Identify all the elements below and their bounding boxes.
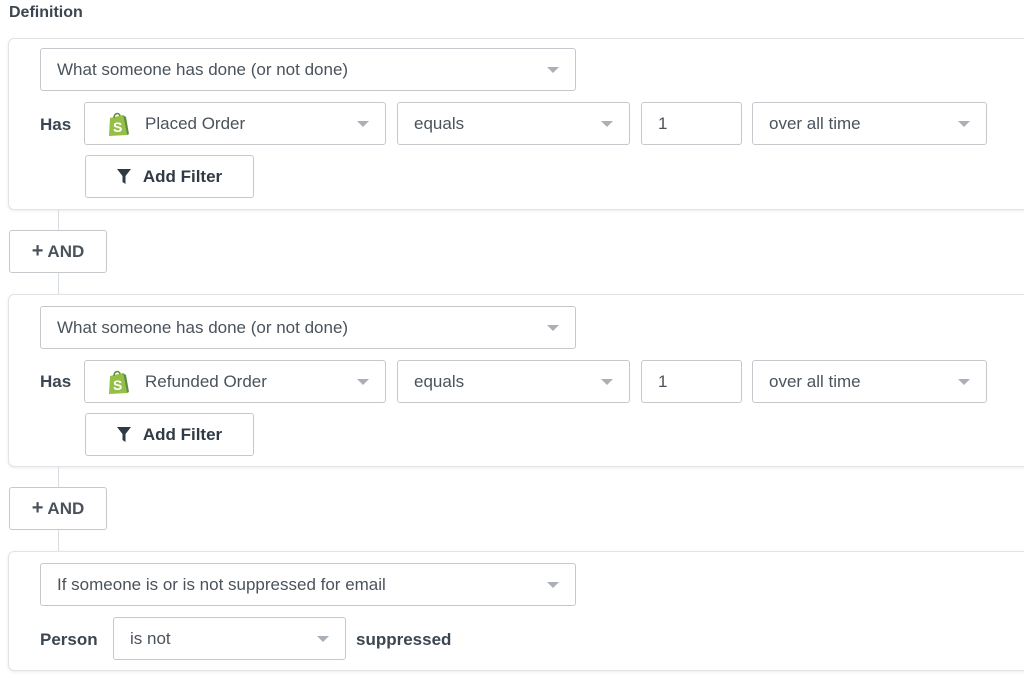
chevron-down-icon bbox=[601, 121, 613, 127]
section-title: Definition bbox=[9, 4, 83, 21]
select-value: What someone has done (or not done) bbox=[57, 59, 349, 79]
svg-text:S: S bbox=[113, 377, 122, 393]
operator-select[interactable]: equals bbox=[397, 102, 630, 145]
select-value: equals bbox=[414, 371, 465, 391]
button-label: AND bbox=[47, 241, 85, 261]
person-label: Person bbox=[40, 630, 98, 649]
shopify-icon: S bbox=[109, 370, 129, 394]
suppressed-label: suppressed bbox=[356, 630, 452, 649]
connector-line bbox=[58, 273, 59, 294]
select-value: Refunded Order bbox=[145, 371, 267, 391]
suppression-card: If someone is or is not suppressed for e… bbox=[8, 551, 1024, 671]
add-filter-button[interactable]: Add Filter bbox=[85, 413, 254, 456]
select-value: over all time bbox=[769, 113, 861, 133]
event-select[interactable]: S Placed Order bbox=[84, 102, 386, 145]
connector-line bbox=[58, 467, 59, 487]
input-value: 1 bbox=[658, 371, 668, 391]
button-label: AND bbox=[47, 498, 85, 518]
chevron-down-icon bbox=[357, 379, 369, 385]
chevron-down-icon bbox=[547, 582, 559, 588]
chevron-down-icon bbox=[958, 379, 970, 385]
plus-icon: + bbox=[31, 240, 44, 262]
has-label: Has bbox=[40, 372, 72, 391]
chevron-down-icon bbox=[317, 636, 329, 642]
chevron-down-icon bbox=[357, 121, 369, 127]
filter-icon bbox=[116, 427, 131, 442]
select-value: over all time bbox=[769, 371, 861, 391]
condition-card-1: What someone has done (or not done) Has … bbox=[8, 38, 1024, 210]
event-select[interactable]: S Refunded Order bbox=[84, 360, 386, 403]
select-value: What someone has done (or not done) bbox=[57, 317, 349, 337]
select-value: If someone is or is not suppressed for e… bbox=[57, 574, 386, 594]
condition-type-select[interactable]: What someone has done (or not done) bbox=[40, 48, 576, 91]
timeframe-select[interactable]: over all time bbox=[752, 102, 987, 145]
select-value: Placed Order bbox=[145, 113, 246, 133]
condition-type-select[interactable]: What someone has done (or not done) bbox=[40, 306, 576, 349]
operator-select[interactable]: equals bbox=[397, 360, 630, 403]
suppression-operator-select[interactable]: is not bbox=[113, 617, 346, 660]
add-filter-button[interactable]: Add Filter bbox=[85, 155, 254, 198]
input-value: 1 bbox=[658, 113, 668, 133]
and-button[interactable]: + AND bbox=[9, 230, 107, 273]
button-label: Add Filter bbox=[142, 424, 223, 444]
value-input[interactable]: 1 bbox=[641, 360, 742, 403]
filter-icon bbox=[116, 169, 131, 184]
condition-card-2: What someone has done (or not done) Has … bbox=[8, 294, 1024, 467]
value-input[interactable]: 1 bbox=[641, 102, 742, 145]
plus-icon: + bbox=[31, 497, 44, 519]
and-button[interactable]: + AND bbox=[9, 487, 107, 530]
chevron-down-icon bbox=[547, 325, 559, 331]
has-label: Has bbox=[40, 115, 72, 134]
connector-line bbox=[58, 210, 59, 230]
chevron-down-icon bbox=[547, 67, 559, 73]
timeframe-select[interactable]: over all time bbox=[752, 360, 987, 403]
chevron-down-icon bbox=[958, 121, 970, 127]
select-value: is not bbox=[130, 628, 171, 648]
connector-line bbox=[58, 530, 59, 551]
select-value: equals bbox=[414, 113, 465, 133]
chevron-down-icon bbox=[601, 379, 613, 385]
shopify-icon: S bbox=[109, 112, 129, 136]
condition-type-select[interactable]: If someone is or is not suppressed for e… bbox=[40, 563, 576, 606]
button-label: Add Filter bbox=[142, 166, 223, 186]
svg-text:S: S bbox=[113, 119, 122, 135]
